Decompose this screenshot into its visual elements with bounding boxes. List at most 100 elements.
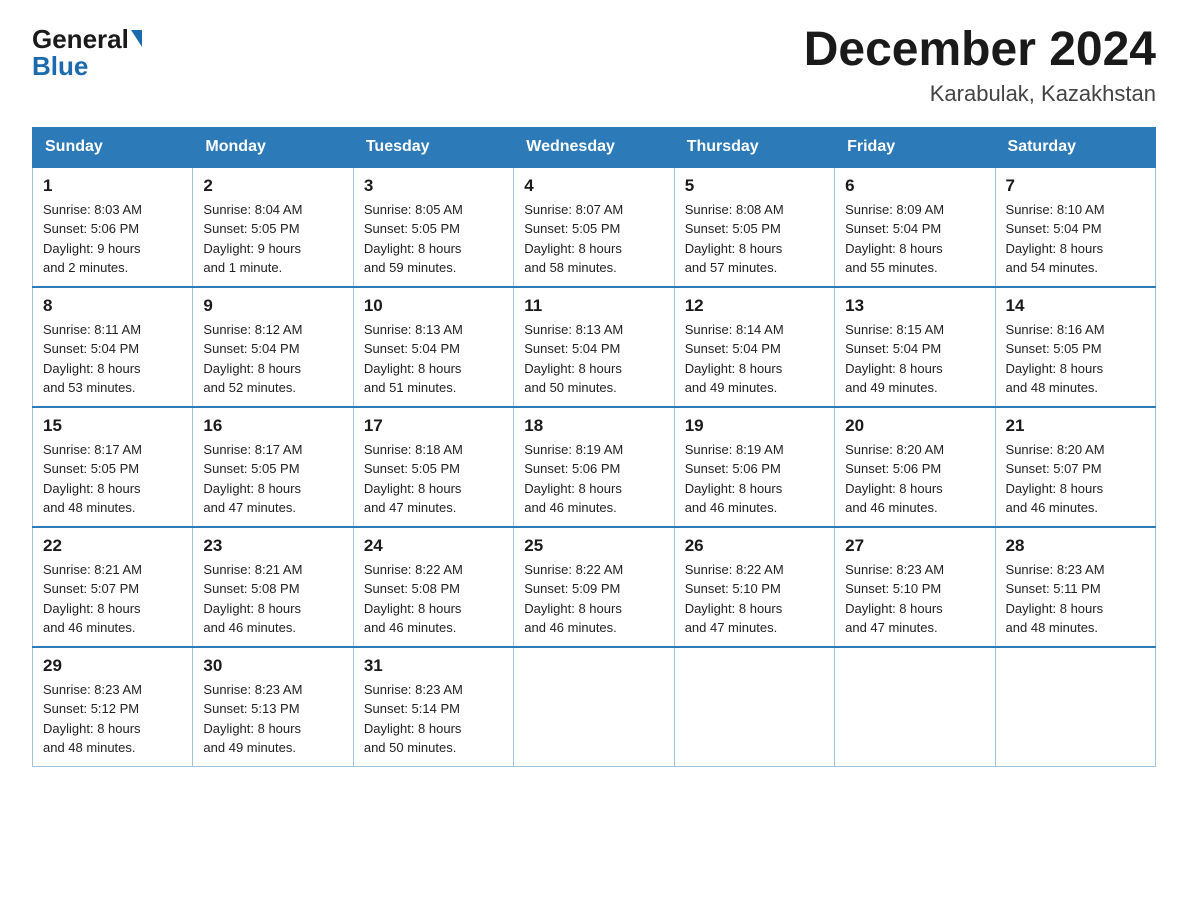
day-number: 25	[524, 536, 663, 556]
day-number: 19	[685, 416, 824, 436]
day-info: Sunrise: 8:22 AM Sunset: 5:08 PM Dayligh…	[364, 560, 503, 638]
calendar-week-row: 1 Sunrise: 8:03 AM Sunset: 5:06 PM Dayli…	[33, 167, 1156, 287]
day-number: 4	[524, 176, 663, 196]
calendar-cell: 1 Sunrise: 8:03 AM Sunset: 5:06 PM Dayli…	[33, 167, 193, 287]
subtitle: Karabulak, Kazakhstan	[804, 81, 1156, 107]
calendar-cell: 6 Sunrise: 8:09 AM Sunset: 5:04 PM Dayli…	[835, 167, 995, 287]
day-info: Sunrise: 8:08 AM Sunset: 5:05 PM Dayligh…	[685, 200, 824, 278]
header-monday: Monday	[193, 127, 353, 167]
day-number: 10	[364, 296, 503, 316]
page-header: General Blue December 2024 Karabulak, Ka…	[32, 24, 1156, 107]
day-info: Sunrise: 8:19 AM Sunset: 5:06 PM Dayligh…	[524, 440, 663, 518]
header-thursday: Thursday	[674, 127, 834, 167]
day-number: 15	[43, 416, 182, 436]
calendar-cell: 13 Sunrise: 8:15 AM Sunset: 5:04 PM Dayl…	[835, 287, 995, 407]
day-number: 9	[203, 296, 342, 316]
calendar-cell	[835, 647, 995, 767]
day-number: 20	[845, 416, 984, 436]
calendar-week-row: 29 Sunrise: 8:23 AM Sunset: 5:12 PM Dayl…	[33, 647, 1156, 767]
calendar-cell: 22 Sunrise: 8:21 AM Sunset: 5:07 PM Dayl…	[33, 527, 193, 647]
day-info: Sunrise: 8:21 AM Sunset: 5:07 PM Dayligh…	[43, 560, 182, 638]
day-number: 8	[43, 296, 182, 316]
day-number: 29	[43, 656, 182, 676]
calendar-cell	[514, 647, 674, 767]
calendar-cell: 17 Sunrise: 8:18 AM Sunset: 5:05 PM Dayl…	[353, 407, 513, 527]
calendar-cell	[674, 647, 834, 767]
day-number: 14	[1006, 296, 1145, 316]
calendar-cell: 27 Sunrise: 8:23 AM Sunset: 5:10 PM Dayl…	[835, 527, 995, 647]
calendar-week-row: 15 Sunrise: 8:17 AM Sunset: 5:05 PM Dayl…	[33, 407, 1156, 527]
day-number: 17	[364, 416, 503, 436]
day-number: 22	[43, 536, 182, 556]
calendar-cell: 25 Sunrise: 8:22 AM Sunset: 5:09 PM Dayl…	[514, 527, 674, 647]
day-info: Sunrise: 8:22 AM Sunset: 5:10 PM Dayligh…	[685, 560, 824, 638]
header-sunday: Sunday	[33, 127, 193, 167]
day-info: Sunrise: 8:04 AM Sunset: 5:05 PM Dayligh…	[203, 200, 342, 278]
calendar-cell: 9 Sunrise: 8:12 AM Sunset: 5:04 PM Dayli…	[193, 287, 353, 407]
day-info: Sunrise: 8:05 AM Sunset: 5:05 PM Dayligh…	[364, 200, 503, 278]
day-info: Sunrise: 8:10 AM Sunset: 5:04 PM Dayligh…	[1006, 200, 1145, 278]
calendar-header-row: Sunday Monday Tuesday Wednesday Thursday…	[33, 127, 1156, 167]
day-info: Sunrise: 8:22 AM Sunset: 5:09 PM Dayligh…	[524, 560, 663, 638]
day-info: Sunrise: 8:07 AM Sunset: 5:05 PM Dayligh…	[524, 200, 663, 278]
calendar-cell: 29 Sunrise: 8:23 AM Sunset: 5:12 PM Dayl…	[33, 647, 193, 767]
calendar-cell: 11 Sunrise: 8:13 AM Sunset: 5:04 PM Dayl…	[514, 287, 674, 407]
logo-triangle-icon	[131, 30, 142, 47]
day-number: 5	[685, 176, 824, 196]
day-info: Sunrise: 8:16 AM Sunset: 5:05 PM Dayligh…	[1006, 320, 1145, 398]
calendar-cell: 7 Sunrise: 8:10 AM Sunset: 5:04 PM Dayli…	[995, 167, 1155, 287]
day-info: Sunrise: 8:20 AM Sunset: 5:07 PM Dayligh…	[1006, 440, 1145, 518]
calendar-cell: 8 Sunrise: 8:11 AM Sunset: 5:04 PM Dayli…	[33, 287, 193, 407]
calendar-cell: 28 Sunrise: 8:23 AM Sunset: 5:11 PM Dayl…	[995, 527, 1155, 647]
day-info: Sunrise: 8:20 AM Sunset: 5:06 PM Dayligh…	[845, 440, 984, 518]
main-title: December 2024	[804, 24, 1156, 77]
day-number: 30	[203, 656, 342, 676]
calendar-cell: 23 Sunrise: 8:21 AM Sunset: 5:08 PM Dayl…	[193, 527, 353, 647]
day-number: 18	[524, 416, 663, 436]
calendar-cell: 20 Sunrise: 8:20 AM Sunset: 5:06 PM Dayl…	[835, 407, 995, 527]
calendar-cell: 26 Sunrise: 8:22 AM Sunset: 5:10 PM Dayl…	[674, 527, 834, 647]
day-info: Sunrise: 8:13 AM Sunset: 5:04 PM Dayligh…	[524, 320, 663, 398]
day-info: Sunrise: 8:15 AM Sunset: 5:04 PM Dayligh…	[845, 320, 984, 398]
day-info: Sunrise: 8:23 AM Sunset: 5:10 PM Dayligh…	[845, 560, 984, 638]
day-number: 28	[1006, 536, 1145, 556]
calendar-cell: 5 Sunrise: 8:08 AM Sunset: 5:05 PM Dayli…	[674, 167, 834, 287]
day-number: 16	[203, 416, 342, 436]
calendar-cell: 31 Sunrise: 8:23 AM Sunset: 5:14 PM Dayl…	[353, 647, 513, 767]
day-number: 23	[203, 536, 342, 556]
calendar-week-row: 22 Sunrise: 8:21 AM Sunset: 5:07 PM Dayl…	[33, 527, 1156, 647]
day-info: Sunrise: 8:23 AM Sunset: 5:14 PM Dayligh…	[364, 680, 503, 758]
day-number: 13	[845, 296, 984, 316]
day-number: 7	[1006, 176, 1145, 196]
calendar-cell: 24 Sunrise: 8:22 AM Sunset: 5:08 PM Dayl…	[353, 527, 513, 647]
day-number: 11	[524, 296, 663, 316]
calendar-cell: 14 Sunrise: 8:16 AM Sunset: 5:05 PM Dayl…	[995, 287, 1155, 407]
day-number: 1	[43, 176, 182, 196]
day-number: 3	[364, 176, 503, 196]
logo: General Blue	[32, 24, 142, 82]
day-info: Sunrise: 8:23 AM Sunset: 5:12 PM Dayligh…	[43, 680, 182, 758]
day-number: 6	[845, 176, 984, 196]
calendar-cell	[995, 647, 1155, 767]
day-info: Sunrise: 8:21 AM Sunset: 5:08 PM Dayligh…	[203, 560, 342, 638]
calendar-table: Sunday Monday Tuesday Wednesday Thursday…	[32, 127, 1156, 767]
header-wednesday: Wednesday	[514, 127, 674, 167]
day-number: 2	[203, 176, 342, 196]
day-info: Sunrise: 8:17 AM Sunset: 5:05 PM Dayligh…	[43, 440, 182, 518]
day-number: 21	[1006, 416, 1145, 436]
header-tuesday: Tuesday	[353, 127, 513, 167]
calendar-cell: 2 Sunrise: 8:04 AM Sunset: 5:05 PM Dayli…	[193, 167, 353, 287]
day-info: Sunrise: 8:11 AM Sunset: 5:04 PM Dayligh…	[43, 320, 182, 398]
calendar-week-row: 8 Sunrise: 8:11 AM Sunset: 5:04 PM Dayli…	[33, 287, 1156, 407]
calendar-cell: 12 Sunrise: 8:14 AM Sunset: 5:04 PM Dayl…	[674, 287, 834, 407]
calendar-cell: 15 Sunrise: 8:17 AM Sunset: 5:05 PM Dayl…	[33, 407, 193, 527]
calendar-cell: 10 Sunrise: 8:13 AM Sunset: 5:04 PM Dayl…	[353, 287, 513, 407]
header-saturday: Saturday	[995, 127, 1155, 167]
header-friday: Friday	[835, 127, 995, 167]
day-info: Sunrise: 8:03 AM Sunset: 5:06 PM Dayligh…	[43, 200, 182, 278]
day-info: Sunrise: 8:13 AM Sunset: 5:04 PM Dayligh…	[364, 320, 503, 398]
day-number: 27	[845, 536, 984, 556]
logo-blue: Blue	[32, 51, 88, 82]
day-info: Sunrise: 8:09 AM Sunset: 5:04 PM Dayligh…	[845, 200, 984, 278]
day-info: Sunrise: 8:18 AM Sunset: 5:05 PM Dayligh…	[364, 440, 503, 518]
